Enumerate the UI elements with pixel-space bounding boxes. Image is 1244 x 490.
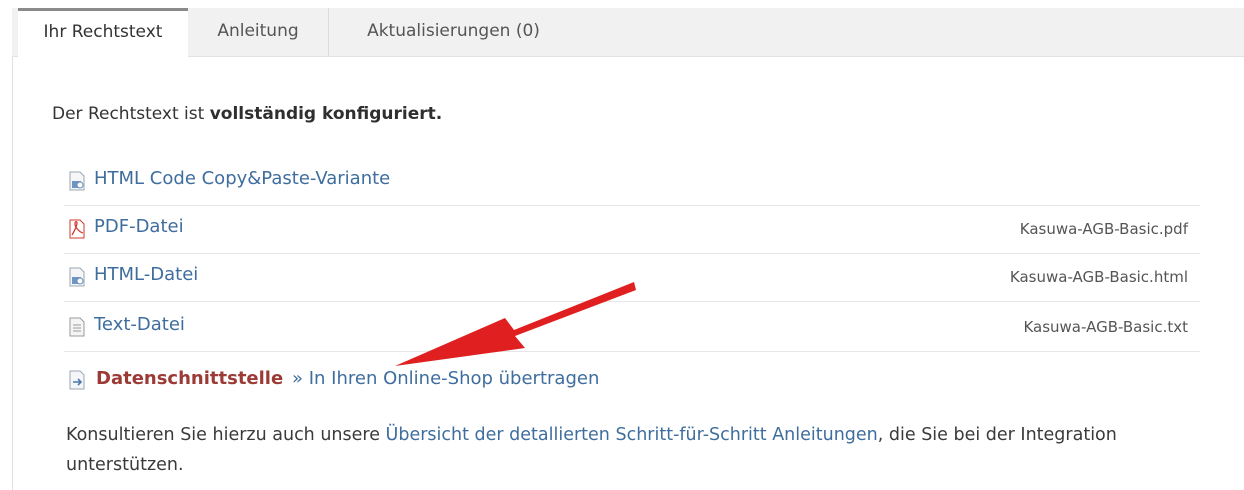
data-transfer-icon xyxy=(69,370,85,390)
data-interface-label[interactable]: Datenschnittstelle xyxy=(96,368,283,389)
text-file-link[interactable]: Text-Datei xyxy=(94,314,185,335)
status-text: Der Rechtstext ist vollständig konfiguri… xyxy=(52,104,442,124)
html-filename: Kasuwa-AGB-Basic.html xyxy=(1009,268,1188,286)
text-filename: Kasuwa-AGB-Basic.txt xyxy=(1023,318,1188,336)
info-paragraph: Konsultieren Sie hierzu auch unsere Über… xyxy=(66,420,1206,480)
tab-anleitung[interactable]: Anleitung xyxy=(188,8,328,56)
html-code-link[interactable]: HTML Code Copy&Paste-Variante xyxy=(94,168,390,189)
data-interface-row: Datenschnittstelle » In Ihren Online-Sho… xyxy=(64,360,964,400)
html-doc-icon xyxy=(69,171,85,191)
pdf-filename: Kasuwa-AGB-Basic.pdf xyxy=(1019,220,1188,238)
status-strong: vollständig konfiguriert. xyxy=(209,104,443,124)
pdf-link[interactable]: PDF-Datei xyxy=(94,216,184,237)
info-before: Konsultieren Sie hierzu auch unsere xyxy=(66,425,386,445)
download-row-html-code: HTML Code Copy&Paste-Variante xyxy=(64,158,1200,206)
status-prefix: Der Rechtstext ist xyxy=(52,104,210,124)
tab-aktualisierungen[interactable]: Aktualisierungen (0) xyxy=(328,8,578,56)
pdf-icon xyxy=(69,219,85,239)
tab-ihr-rechtstext[interactable]: Ihr Rechtstext xyxy=(18,8,188,57)
download-row-text: Text-Datei Kasuwa-AGB-Basic.txt xyxy=(64,304,1200,352)
guides-overview-link[interactable]: Übersicht der detallierten Schritt-für-S… xyxy=(386,425,878,445)
transfer-to-shop-link[interactable]: » In Ihren Online-Shop übertragen xyxy=(292,368,599,389)
tab-bar: Ihr Rechtstext Anleitung Aktualisierunge… xyxy=(12,8,1244,57)
html-doc-icon xyxy=(69,267,85,287)
download-row-pdf: PDF-Datei Kasuwa-AGB-Basic.pdf xyxy=(64,206,1200,254)
html-file-link[interactable]: HTML-Datei xyxy=(94,264,198,285)
text-doc-icon xyxy=(69,317,85,337)
download-row-html-file: HTML-Datei Kasuwa-AGB-Basic.html xyxy=(64,254,1200,302)
